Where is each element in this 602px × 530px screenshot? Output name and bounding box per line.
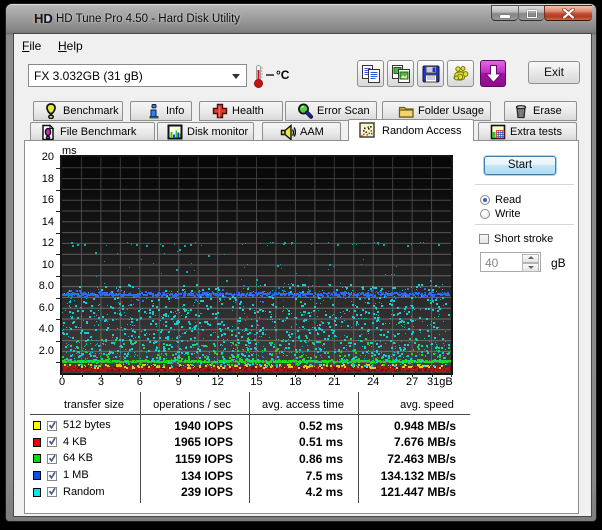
svg-text:HD: HD [34, 11, 53, 26]
